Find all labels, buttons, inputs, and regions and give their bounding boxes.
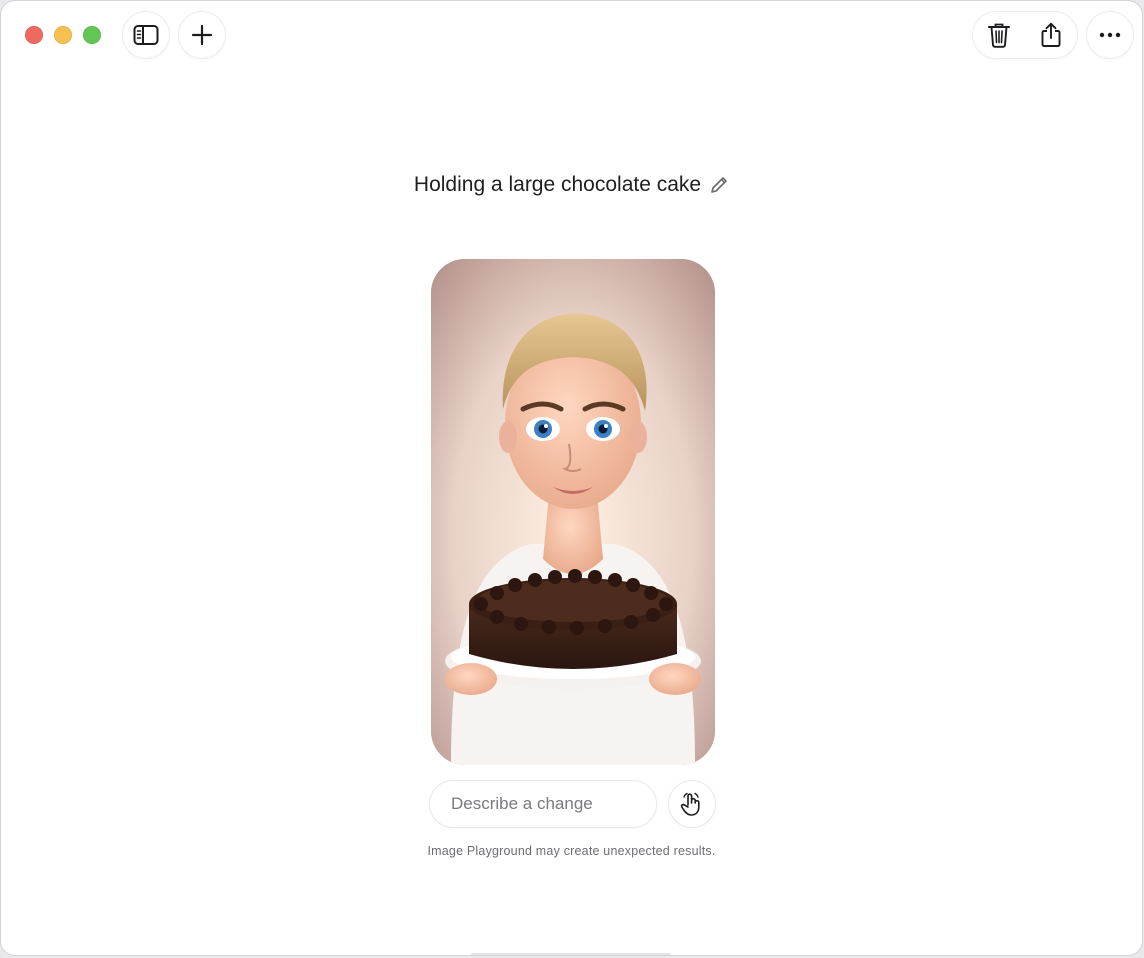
sidebar-icon — [133, 25, 159, 45]
pencil-icon[interactable] — [709, 175, 729, 195]
close-window-button[interactable] — [25, 26, 43, 44]
maximize-window-button[interactable] — [83, 26, 101, 44]
trash-share-group — [973, 12, 1077, 58]
new-image-button[interactable] — [179, 12, 225, 58]
window-bottom-edge — [471, 953, 671, 955]
image-title-row[interactable]: Holding a large chocolate cake — [1, 173, 1142, 197]
generated-image[interactable] — [431, 259, 715, 765]
describe-change-input[interactable]: Describe a change — [430, 781, 656, 827]
gesture-button[interactable] — [669, 781, 715, 827]
share-button[interactable] — [1025, 12, 1077, 58]
ellipsis-icon — [1099, 32, 1121, 38]
image-title: Holding a large chocolate cake — [413, 173, 702, 196]
describe-change-placeholder: Describe a change — [451, 794, 593, 813]
toggle-sidebar-button[interactable] — [123, 12, 169, 58]
share-icon — [1041, 22, 1061, 47]
app-window: Holding a large chocolate cake Describe … — [1, 1, 1142, 955]
plus-icon — [191, 24, 213, 46]
disclaimer-text: Image Playground may create unexpected r… — [427, 844, 716, 858]
delete-button[interactable] — [973, 12, 1025, 58]
minimize-window-button[interactable] — [54, 26, 72, 44]
more-options-button[interactable] — [1087, 12, 1133, 58]
character-illustration — [431, 259, 715, 765]
trash-icon — [988, 23, 1010, 48]
hand-pointer-icon — [680, 792, 700, 816]
